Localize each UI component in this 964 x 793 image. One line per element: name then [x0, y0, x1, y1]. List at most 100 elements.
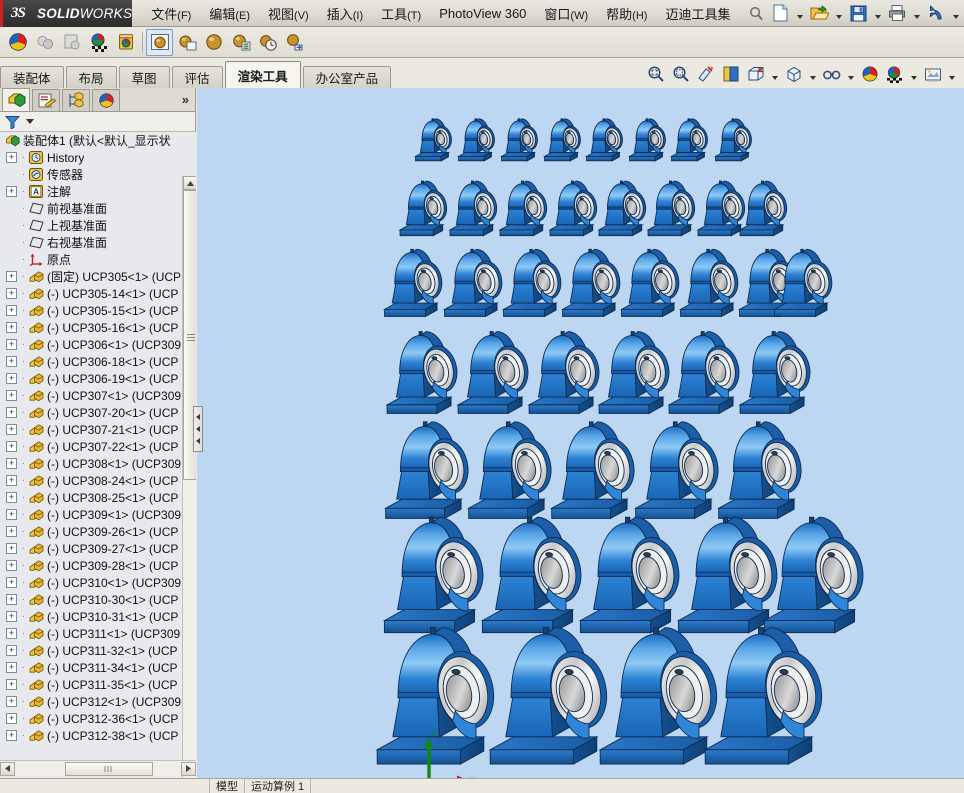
tree-expander[interactable]: +: [6, 509, 17, 520]
tree-item[interactable]: + · (-) UCP305-16<1> (UCP: [0, 319, 182, 336]
tree-expander[interactable]: +: [6, 594, 17, 605]
pillow-block-bearing[interactable]: [456, 118, 497, 162]
feature-tree-filter-bar[interactable]: [0, 112, 195, 132]
zoom-area-icon[interactable]: [668, 62, 693, 87]
tree-item[interactable]: + · History: [0, 149, 182, 166]
tree-item[interactable]: + · A 注解: [0, 183, 182, 200]
tab-layout[interactable]: 布局: [65, 66, 117, 88]
tree-item[interactable]: + · (-) UCP307<1> (UCP309: [0, 387, 182, 404]
tree-item[interactable]: + · (-) UCP310-31<1> (UCP: [0, 608, 182, 625]
view-cube-icon[interactable]: [781, 62, 806, 87]
copy-appearance-button[interactable]: [58, 29, 85, 56]
pillow-block-bearing[interactable]: [413, 118, 454, 162]
tree-item[interactable]: · 右视基准面: [0, 234, 182, 251]
pillow-block-bearing[interactable]: [627, 118, 668, 162]
pillow-block-bearing[interactable]: [488, 627, 614, 765]
menu-help[interactable]: 帮助(H): [597, 1, 656, 26]
tree-item[interactable]: + · (-) UCP311-34<1> (UCP: [0, 659, 182, 676]
menu-window[interactable]: 窗口(W): [535, 1, 597, 26]
pillow-block-bearing[interactable]: [713, 118, 754, 162]
tree-expander[interactable]: +: [6, 645, 17, 656]
viewport-caret[interactable]: [945, 63, 958, 86]
tree-item[interactable]: + · (-) UCP306-19<1> (UCP: [0, 370, 182, 387]
tree-item[interactable]: + · (-) UCP307-20<1> (UCP: [0, 404, 182, 421]
tree-expander[interactable]: +: [6, 458, 17, 469]
zoom-fit-icon[interactable]: [643, 62, 668, 87]
pillow-block-bearing[interactable]: [542, 118, 583, 162]
tab-assembly[interactable]: 装配体: [0, 66, 64, 88]
menu-insert[interactable]: 插入(I): [318, 1, 372, 26]
menu-view[interactable]: 视图(V): [259, 1, 318, 26]
pillow-block-bearing[interactable]: [598, 627, 724, 765]
new-document-button[interactable]: [767, 2, 793, 25]
recall-last-render-button[interactable]: [281, 29, 308, 56]
open-document-button[interactable]: [806, 2, 832, 25]
save-caret[interactable]: [871, 2, 884, 25]
pillow-block-bearing[interactable]: [676, 516, 783, 634]
pillow-block-bearing[interactable]: [696, 180, 748, 237]
tree-expander[interactable]: +: [6, 713, 17, 724]
tree-expander[interactable]: +: [6, 424, 17, 435]
tree-item[interactable]: + · (-) UCP308<1> (UCP309: [0, 455, 182, 472]
pillow-block-bearing[interactable]: [398, 180, 450, 237]
tree-item[interactable]: · 传感器: [0, 166, 182, 183]
tree-item[interactable]: + · (-) UCP311-35<1> (UCP: [0, 676, 182, 693]
tree-expander[interactable]: +: [6, 679, 17, 690]
pillow-block-bearing[interactable]: [375, 627, 501, 765]
expand-panel-chevron[interactable]: »: [182, 92, 189, 107]
tree-expander[interactable]: +: [6, 628, 17, 639]
tree-item[interactable]: + · (-) UCP305-15<1> (UCP: [0, 302, 182, 319]
pillow-block-bearing[interactable]: [633, 421, 724, 520]
pillow-block-bearing[interactable]: [716, 421, 807, 520]
pillow-block-bearing[interactable]: [646, 180, 698, 237]
search-icon[interactable]: [745, 6, 767, 21]
panel-splitter-handle[interactable]: [193, 406, 203, 452]
tree-expander[interactable]: +: [6, 526, 17, 537]
graphics-viewport[interactable]: Y X Z: [197, 88, 964, 793]
pillow-block-bearing[interactable]: [549, 421, 640, 520]
tree-item[interactable]: + · (-) UCP306-18<1> (UCP: [0, 353, 182, 370]
tree-item[interactable]: · 前视基准面: [0, 200, 182, 217]
pillow-block-bearing[interactable]: [442, 248, 506, 318]
pillow-block-bearing[interactable]: [498, 180, 550, 237]
view-orientation-icon[interactable]: [718, 62, 743, 87]
pillow-block-bearing[interactable]: [762, 516, 869, 634]
pillow-block-bearing[interactable]: [560, 248, 624, 318]
tree-item[interactable]: + · (-) UCP309-26<1> (UCP: [0, 523, 182, 540]
tree-item[interactable]: + · (-) UCP312-36<1> (UCP: [0, 710, 182, 727]
tree-expander[interactable]: +: [6, 288, 17, 299]
print-caret[interactable]: [910, 2, 923, 25]
schedule-render-button[interactable]: [254, 29, 281, 56]
pillow-block-bearing[interactable]: [527, 331, 603, 415]
tree-item[interactable]: + · (-) UCP310-30<1> (UCP: [0, 591, 182, 608]
feature-manager-tab[interactable]: [2, 88, 30, 111]
render-options-button[interactable]: [227, 29, 254, 56]
tree-expander[interactable]: +: [6, 441, 17, 452]
tab-sketch[interactable]: 草图: [118, 66, 170, 88]
tree-item[interactable]: + · (-) UCP309-27<1> (UCP: [0, 540, 182, 557]
glasses-caret[interactable]: [844, 63, 857, 86]
appearances-caret[interactable]: [907, 63, 920, 86]
tree-expander[interactable]: +: [6, 322, 17, 333]
hscrollbar-thumb[interactable]: [65, 761, 153, 776]
tree-expander[interactable]: +: [6, 305, 17, 316]
edit-decal-button[interactable]: [112, 29, 139, 56]
tree-expander[interactable]: +: [6, 730, 17, 741]
tree-expander[interactable]: +: [6, 407, 17, 418]
tree-expander[interactable]: +: [6, 560, 17, 571]
edit-appearance-button[interactable]: [31, 29, 58, 56]
model-tab[interactable]: 模型: [210, 779, 245, 793]
feature-tree-vscrollbar[interactable]: [182, 176, 196, 793]
pillow-block-bearing[interactable]: [480, 516, 587, 634]
apply-scene-icon[interactable]: [857, 62, 882, 87]
display-style-caret[interactable]: [768, 63, 781, 86]
tree-item[interactable]: + · (-) UCP309<1> (UCP309: [0, 506, 182, 523]
print-button[interactable]: [884, 2, 910, 25]
pillow-block-bearing[interactable]: [678, 248, 742, 318]
save-button[interactable]: [845, 2, 871, 25]
tree-expander[interactable]: +: [6, 543, 17, 554]
pillow-block-bearing[interactable]: [619, 248, 683, 318]
tree-item[interactable]: + · (固定) UCP305<1> (UCP: [0, 268, 182, 285]
pillow-block-bearing[interactable]: [385, 331, 461, 415]
tree-item[interactable]: + · (-) UCP306<1> (UCP309: [0, 336, 182, 353]
